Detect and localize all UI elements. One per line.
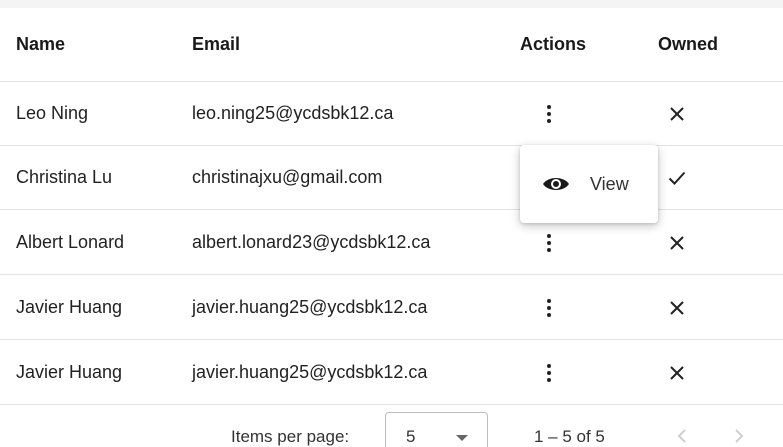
cell-name: Leo Ning — [16, 103, 89, 123]
cell-email: christinajxu@gmail.com — [192, 167, 383, 187]
more-vert-icon — [547, 298, 551, 317]
page-size-select[interactable]: 5 — [385, 412, 488, 447]
column-header-email[interactable]: Email — [192, 8, 240, 81]
cell-email: javier.huang25@ycdsbk12.ca — [192, 297, 428, 317]
action-menu-item-label: View — [590, 173, 629, 194]
column-header-actions: Actions — [520, 34, 587, 54]
dropdown-arrow-icon — [456, 435, 468, 441]
items-per-page-label: Items per page: — [231, 427, 350, 446]
check-icon — [666, 146, 688, 209]
close-icon — [666, 341, 688, 404]
close-icon — [666, 211, 688, 274]
chevron-left-icon[interactable] — [672, 426, 692, 446]
cell-email: albert.lonard23@ycdsbk12.ca — [192, 232, 431, 252]
column-header-owned[interactable]: Owned — [658, 8, 718, 81]
cell-name: Javier Huang — [16, 297, 123, 317]
table-row: Javier Huang javier.huang25@ycdsbk12.ca — [0, 341, 783, 405]
table-row: Javier Huang javier.huang25@ycdsbk12.ca — [0, 276, 783, 340]
chevron-right-icon[interactable] — [729, 426, 749, 446]
close-icon — [666, 82, 688, 145]
table-row: Albert Lonard albert.lonard23@ycdsbk12.c… — [0, 211, 783, 275]
users-table-card: Name Email Actions Owned Leo Ning leo.ni… — [0, 8, 783, 447]
action-menu-item-view[interactable]: View — [520, 145, 658, 223]
cell-name: Albert Lonard — [16, 232, 125, 252]
row-actions-button[interactable] — [538, 276, 560, 339]
more-vert-icon — [547, 104, 551, 123]
column-header-name[interactable]: Name — [16, 8, 65, 81]
close-icon — [666, 276, 688, 339]
cell-name: Christina Lu — [16, 167, 113, 187]
table-row: Christina Lu christinajxu@gmail.com — [0, 146, 783, 210]
paginator: Items per page: 5 1 – 5 of 5 — [0, 406, 783, 447]
row-actions-button[interactable] — [538, 341, 560, 404]
more-vert-icon — [547, 233, 551, 252]
page-size-value: 5 — [406, 427, 416, 446]
table-header-row: Name Email Actions Owned — [0, 8, 783, 82]
eye-icon — [542, 175, 570, 198]
cell-email: leo.ning25@ycdsbk12.ca — [192, 103, 394, 123]
table-row: Leo Ning leo.ning25@ycdsbk12.ca — [0, 82, 783, 146]
cell-email: javier.huang25@ycdsbk12.ca — [192, 362, 428, 382]
page-range-label: 1 – 5 of 5 — [534, 427, 605, 446]
row-actions-button[interactable] — [538, 82, 560, 145]
more-vert-icon — [547, 363, 551, 382]
cell-name: Javier Huang — [16, 362, 123, 382]
